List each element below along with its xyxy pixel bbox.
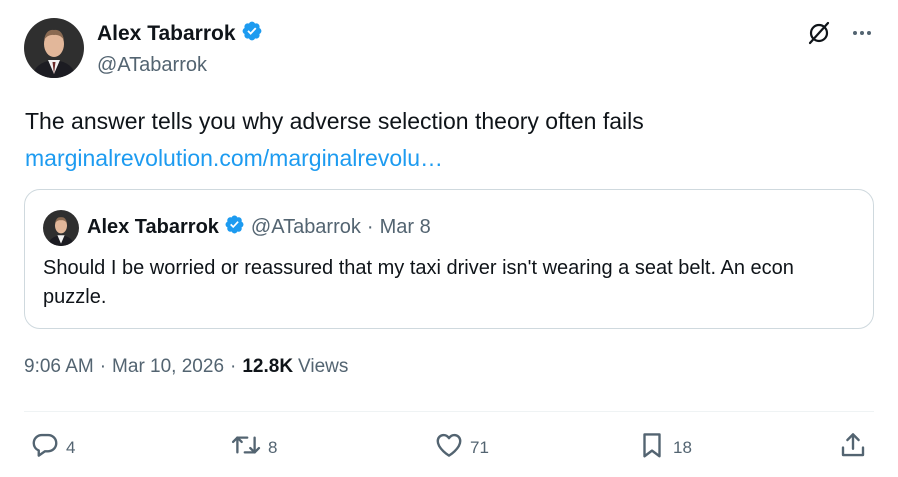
- grok-icon[interactable]: [806, 20, 832, 46]
- reply-button[interactable]: 4: [30, 430, 75, 465]
- divider: [24, 411, 874, 412]
- reply-count: 4: [66, 437, 76, 457]
- separator-dot: ·: [99, 356, 107, 377]
- verified-badge-icon[interactable]: [241, 20, 263, 48]
- reply-icon: [30, 430, 60, 465]
- tweet-text: The answer tells you why adverse selecti…: [25, 108, 644, 134]
- like-button[interactable]: 71: [434, 430, 489, 465]
- separator-dot: ·: [230, 356, 237, 377]
- repost-icon: [230, 430, 262, 465]
- tweet-meta: 9:06 AM · Mar 10, 2026 · 12.8K Views: [24, 356, 348, 378]
- header-actions: [806, 20, 874, 46]
- author-name-row[interactable]: Alex Tabarrok: [97, 20, 263, 48]
- verified-badge-icon[interactable]: [224, 214, 245, 241]
- repost-button[interactable]: 8: [230, 430, 277, 465]
- quote-header: Alex Tabarrok @ATabarrok · Mar 8: [87, 214, 431, 241]
- author-name[interactable]: Alex Tabarrok: [97, 22, 236, 46]
- share-icon: [838, 430, 868, 465]
- like-icon: [434, 430, 464, 465]
- tweet-link[interactable]: marginalrevolution.com/marginalrevolu…: [25, 143, 443, 173]
- quote-text: Should I be worried or reassured that my…: [43, 257, 794, 308]
- more-icon[interactable]: [850, 21, 874, 45]
- views-count: 12.8K: [242, 356, 294, 377]
- quote-author-handle[interactable]: @ATabarrok: [251, 216, 361, 239]
- quote-tweet-card[interactable]: Alex Tabarrok @ATabarrok · Mar 8 Should …: [24, 189, 874, 329]
- quote-date[interactable]: Mar 8: [380, 216, 431, 239]
- tweet-date[interactable]: Mar 10, 2026: [112, 356, 224, 378]
- bookmark-button[interactable]: 18: [637, 430, 692, 465]
- author-handle[interactable]: @ATabarrok: [97, 54, 207, 77]
- like-count: 71: [470, 437, 489, 457]
- share-button[interactable]: [838, 430, 868, 465]
- action-bar: 4 8 71 18: [30, 430, 868, 466]
- author-avatar[interactable]: [24, 18, 84, 78]
- bookmark-count: 18: [673, 437, 692, 457]
- separator-dot: ·: [366, 216, 374, 238]
- views-label: Views: [298, 356, 349, 377]
- bookmark-icon: [637, 430, 667, 465]
- quote-author-name[interactable]: Alex Tabarrok: [87, 216, 219, 239]
- quote-avatar[interactable]: [43, 210, 79, 246]
- tweet-time[interactable]: 9:06 AM: [24, 356, 94, 378]
- repost-count: 8: [268, 437, 278, 457]
